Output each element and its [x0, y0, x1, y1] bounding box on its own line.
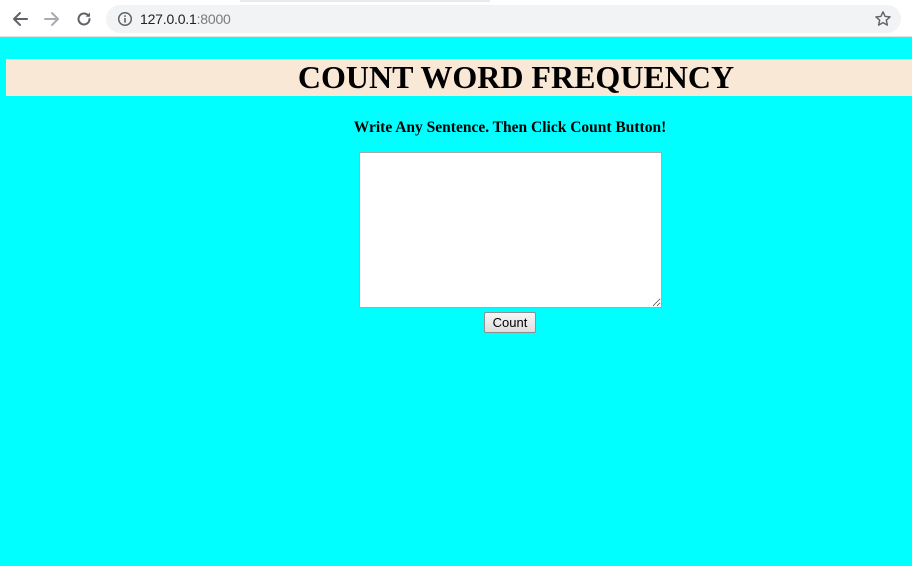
back-arrow-icon [13, 12, 28, 26]
back-button[interactable] [8, 7, 32, 31]
browser-toolbar: 127.0.0.1:8000 [0, 0, 912, 37]
forward-arrow-icon [44, 12, 59, 26]
page-title: COUNT WORD FREQUENCY [297, 59, 735, 95]
info-icon[interactable] [117, 11, 133, 27]
tab-strip-edge [240, 0, 490, 2]
reload-button[interactable] [72, 7, 96, 31]
sentence-input[interactable] [359, 152, 662, 308]
count-button[interactable]: Count [484, 312, 536, 333]
page-body: COUNT WORD FREQUENCY Write Any Sentence.… [0, 37, 912, 566]
instruction-text: Write Any Sentence. Then Click Count But… [353, 119, 667, 136]
url-port: :8000 [196, 11, 231, 27]
reload-icon [77, 12, 91, 26]
address-bar[interactable]: 127.0.0.1:8000 [106, 5, 901, 33]
forward-button[interactable] [40, 7, 64, 31]
url-text[interactable]: 127.0.0.1:8000 [140, 10, 231, 28]
star-icon[interactable] [874, 10, 892, 28]
header-banner: COUNT WORD FREQUENCY [6, 59, 912, 96]
url-host: 127.0.0.1 [140, 11, 197, 27]
